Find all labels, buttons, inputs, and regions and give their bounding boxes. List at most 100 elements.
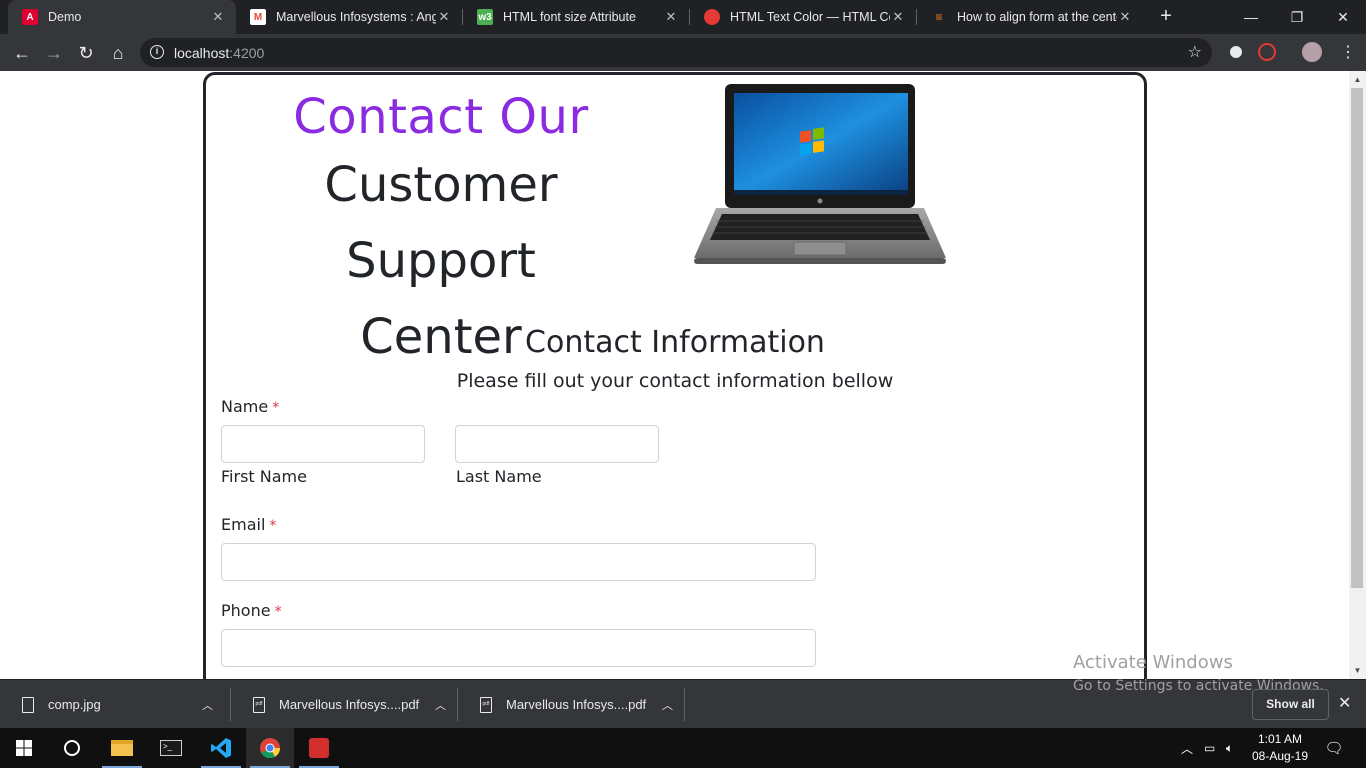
taskbar-explorer[interactable] bbox=[98, 728, 146, 768]
minimize-button[interactable]: — bbox=[1228, 0, 1274, 34]
extension-icon[interactable] bbox=[1227, 43, 1245, 61]
page-scrollbar[interactable]: ▲ ▼ bbox=[1349, 71, 1366, 679]
cortana-button[interactable] bbox=[48, 728, 96, 768]
email-field[interactable] bbox=[221, 543, 816, 581]
start-button[interactable] bbox=[0, 728, 48, 768]
forward-button[interactable]: → bbox=[40, 39, 68, 67]
vscode-icon bbox=[211, 738, 231, 758]
page-viewport: Contact Our Customer Support Center Cont… bbox=[0, 71, 1366, 679]
show-all-button[interactable]: Show all bbox=[1252, 689, 1329, 720]
chevron-up-icon: ︿ bbox=[1181, 741, 1194, 756]
heading-line-2: Customer Support bbox=[324, 157, 558, 289]
maximize-button[interactable]: ❐ bbox=[1274, 0, 1320, 34]
chevron-up-icon[interactable]: ︿ bbox=[435, 697, 446, 713]
battery-icon[interactable]: ▭ bbox=[1204, 728, 1215, 768]
scroll-down-arrow[interactable]: ▼ bbox=[1349, 662, 1366, 679]
htmlcolor-icon bbox=[704, 9, 720, 25]
phone-label: Phone * bbox=[221, 601, 282, 620]
taskbar-clock[interactable]: 1:01 AM 08-Aug-19 bbox=[1246, 731, 1314, 765]
new-tab-button[interactable]: + bbox=[1154, 5, 1178, 29]
phone-label-text: Phone bbox=[221, 601, 271, 620]
required-mark: * bbox=[274, 604, 282, 620]
show-hidden-icons[interactable]: ︿ bbox=[1181, 728, 1193, 768]
chevron-up-icon[interactable]: ︿ bbox=[662, 697, 673, 713]
tab-align-form[interactable]: ≡ How to align form at the cente ✕ bbox=[917, 0, 1143, 34]
taskbar-terminal[interactable]: >_ bbox=[147, 728, 195, 768]
taskbar-chrome[interactable] bbox=[246, 728, 294, 768]
close-shelf-icon[interactable]: ✕ bbox=[1338, 693, 1351, 713]
close-icon[interactable]: ✕ bbox=[436, 9, 452, 25]
home-button[interactable]: ⌂ bbox=[104, 39, 132, 67]
download-filename: Marvellous Infosys....pdf bbox=[506, 697, 647, 712]
heading-accent: Contact Our bbox=[293, 89, 589, 145]
section-subtitle: Please fill out your contact information… bbox=[456, 370, 894, 392]
back-button[interactable]: ← bbox=[8, 39, 36, 67]
required-mark: * bbox=[269, 518, 277, 534]
download-shelf: comp.jpg ︿ pdf Marvellous Infosys....pdf… bbox=[0, 678, 1366, 729]
close-window-button[interactable]: ✕ bbox=[1320, 0, 1366, 34]
browser-tab-strip: A Demo ✕ M Marvellous Infosystems : Angu… bbox=[0, 0, 1366, 34]
email-label-text: Email bbox=[221, 515, 266, 534]
url-host: localhost bbox=[174, 45, 230, 61]
scroll-up-arrow[interactable]: ▲ bbox=[1349, 71, 1366, 88]
close-icon[interactable]: ✕ bbox=[210, 9, 226, 25]
reload-button[interactable]: ↻ bbox=[72, 39, 100, 67]
acrobat-icon bbox=[309, 738, 329, 758]
browser-toolbar: ← → ↻ ⌂ i localhost:4200 ☆ bbox=[0, 34, 1366, 71]
close-icon[interactable]: ✕ bbox=[663, 9, 679, 25]
gmail-icon: M bbox=[250, 9, 266, 25]
volume-icon[interactable]: 🔈︎ bbox=[1226, 728, 1233, 768]
download-item[interactable]: pdf Marvellous Infosys....pdf ︿ bbox=[458, 680, 684, 729]
pdf-file-icon: pdf bbox=[253, 696, 265, 713]
windows-logo-icon bbox=[16, 740, 32, 756]
download-separator bbox=[684, 688, 685, 721]
download-item[interactable]: comp.jpg ︿ bbox=[0, 680, 230, 729]
name-label: Name * bbox=[221, 397, 279, 416]
tab-marvellous[interactable]: M Marvellous Infosystems : Angu ✕ bbox=[236, 0, 462, 34]
taskbar-acrobat[interactable] bbox=[295, 728, 343, 768]
cortana-circle-icon bbox=[64, 740, 80, 756]
address-bar[interactable]: i localhost:4200 ☆ bbox=[140, 38, 1212, 67]
avatar[interactable] bbox=[1302, 42, 1322, 62]
activate-windows-watermark: Activate Windows bbox=[1073, 652, 1233, 673]
tab-text-color[interactable]: HTML Text Color — HTML Colo ✕ bbox=[690, 0, 916, 34]
tab-font-size[interactable]: w3 HTML font size Attribute ✕ bbox=[463, 0, 689, 34]
chevron-up-icon[interactable]: ︿ bbox=[202, 697, 213, 713]
watermark-line-1: Activate Windows bbox=[1073, 652, 1233, 673]
last-name-label: Last Name bbox=[456, 467, 542, 486]
tab-title: HTML Text Color — HTML Colo bbox=[730, 10, 890, 24]
first-name-input[interactable] bbox=[221, 425, 425, 463]
pdf-file-icon: pdf bbox=[480, 696, 492, 713]
phone-field[interactable] bbox=[221, 629, 816, 667]
section-title: Contact Information bbox=[525, 325, 825, 360]
tab-demo[interactable]: A Demo ✕ bbox=[8, 0, 236, 34]
close-icon[interactable]: ✕ bbox=[1117, 9, 1133, 25]
contact-card: Contact Our Customer Support Center Cont… bbox=[203, 72, 1147, 679]
clock-time: 1:01 AM bbox=[1257, 732, 1303, 746]
windows-taskbar: >_ ︿ ▭ 🔈︎ 1:01 AM 08-Aug-19 🗨︎ bbox=[0, 728, 1366, 768]
taskbar-vscode[interactable] bbox=[197, 728, 245, 768]
download-item[interactable]: pdf Marvellous Infosys....pdf ︿ bbox=[231, 680, 457, 729]
file-icon bbox=[22, 696, 34, 713]
info-icon[interactable]: i bbox=[150, 45, 164, 59]
name-label-text: Name bbox=[221, 397, 269, 416]
email-label: Email * bbox=[221, 515, 276, 534]
close-icon[interactable]: ✕ bbox=[890, 9, 906, 25]
tab-title: Marvellous Infosystems : Angu bbox=[276, 10, 436, 24]
required-mark: * bbox=[272, 400, 280, 416]
stackoverflow-icon: ≡ bbox=[935, 10, 943, 24]
w3-icon: w3 bbox=[477, 9, 493, 25]
tab-title: HTML font size Attribute bbox=[503, 10, 636, 24]
url-port: :4200 bbox=[229, 45, 265, 61]
tab-title: How to align form at the cente bbox=[957, 10, 1117, 24]
menu-icon[interactable]: ⋮ bbox=[1340, 42, 1356, 62]
notifications-icon[interactable]: 🗨︎ bbox=[1324, 728, 1344, 768]
download-filename: comp.jpg bbox=[48, 697, 101, 712]
address-url[interactable]: localhost:4200 bbox=[174, 45, 264, 61]
blocker-extension-icon[interactable] bbox=[1258, 43, 1276, 61]
scroll-thumb[interactable] bbox=[1351, 88, 1363, 588]
last-name-input[interactable] bbox=[455, 425, 659, 463]
bookmark-star-icon[interactable]: ☆ bbox=[1188, 42, 1202, 62]
download-filename: Marvellous Infosys....pdf bbox=[279, 697, 420, 712]
terminal-icon: >_ bbox=[160, 740, 182, 756]
